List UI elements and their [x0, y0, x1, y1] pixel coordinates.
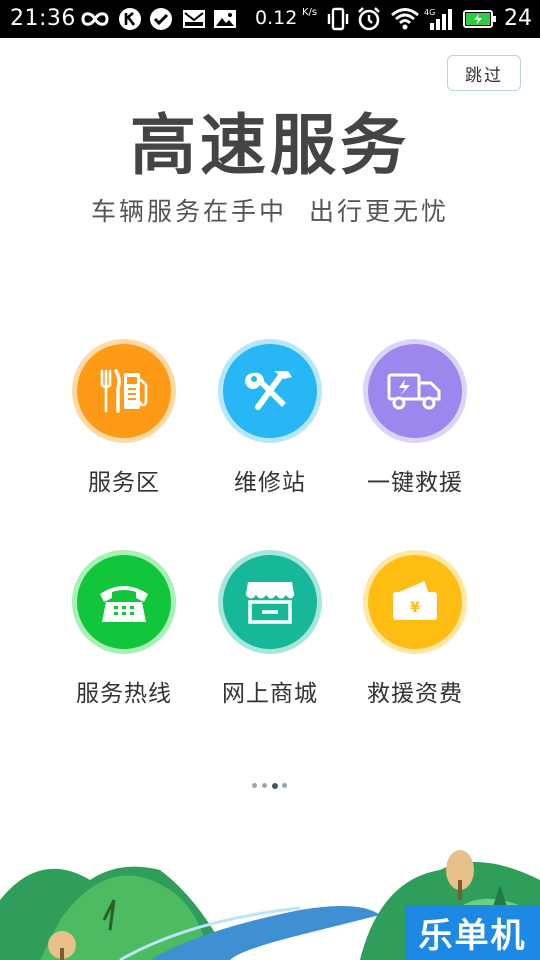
page-dot-1: [252, 783, 257, 788]
service-icon-circle: [72, 550, 176, 654]
status-bar: 21:36 0.12 K/s 4G 24: [0, 0, 540, 38]
service-label: 维修站: [234, 470, 306, 496]
service-item-online-mall[interactable]: 网上商城: [195, 550, 345, 708]
service-icon-circle: [218, 339, 322, 443]
service-label: 服务区: [88, 470, 160, 496]
wallet-yuan-icon: ¥: [393, 578, 437, 620]
service-label: 服务热线: [76, 681, 172, 707]
k-badge-icon: [119, 8, 141, 30]
repair-tools-icon: [245, 371, 292, 410]
service-item-repair-station[interactable]: 维修站: [195, 339, 345, 497]
network-speed-unit: K/s: [302, 7, 318, 18]
page-subtitle: 车辆服务在手中 出行更无忧: [91, 197, 449, 226]
signal-4g-icon: 4G: [424, 8, 452, 30]
telephone-icon: [100, 586, 148, 622]
battery-level: 24: [504, 6, 532, 31]
battery-charging-icon: [463, 10, 496, 28]
skip-button[interactable]: 跳过: [447, 55, 521, 91]
service-icon-circle: ¥: [363, 550, 467, 654]
vibrate-icon: [327, 7, 349, 31]
service-icon-circle: [363, 339, 467, 443]
page-dot-2: [262, 783, 267, 788]
network-speed: 0.12: [255, 7, 298, 29]
alarm-icon: [358, 7, 380, 31]
page-indicator: [250, 782, 290, 791]
mail-icon: [183, 10, 205, 28]
infinity-icon: [81, 12, 109, 26]
wifi-icon: [391, 8, 419, 30]
service-item-rescue-fees[interactable]: ¥ 救援资费: [340, 550, 490, 708]
tow-truck-icon: [387, 373, 441, 410]
watermark-logo: 乐单机: [405, 905, 540, 960]
service-label: 救援资费: [367, 681, 463, 707]
service-item-one-key-rescue[interactable]: 一键救援: [340, 339, 490, 497]
svg-text:4G: 4G: [424, 8, 435, 17]
page-title: 高速服务: [130, 107, 410, 184]
svg-text:¥: ¥: [410, 600, 420, 616]
service-label: 一键救援: [367, 470, 463, 496]
check-circle-icon: [150, 8, 172, 30]
service-icon-circle: [218, 550, 322, 654]
image-icon: [214, 10, 236, 28]
service-item-service-area[interactable]: 服务区: [49, 339, 199, 497]
service-icon-circle: [72, 339, 176, 443]
page-dot-4: [282, 783, 287, 788]
storefront-icon: [245, 582, 295, 624]
fuel-dining-icon: [100, 369, 148, 413]
service-item-service-hotline[interactable]: 服务热线: [49, 550, 199, 708]
service-label: 网上商城: [222, 681, 318, 707]
page-dot-3-active: [272, 782, 278, 789]
status-time: 21:36: [10, 6, 76, 31]
